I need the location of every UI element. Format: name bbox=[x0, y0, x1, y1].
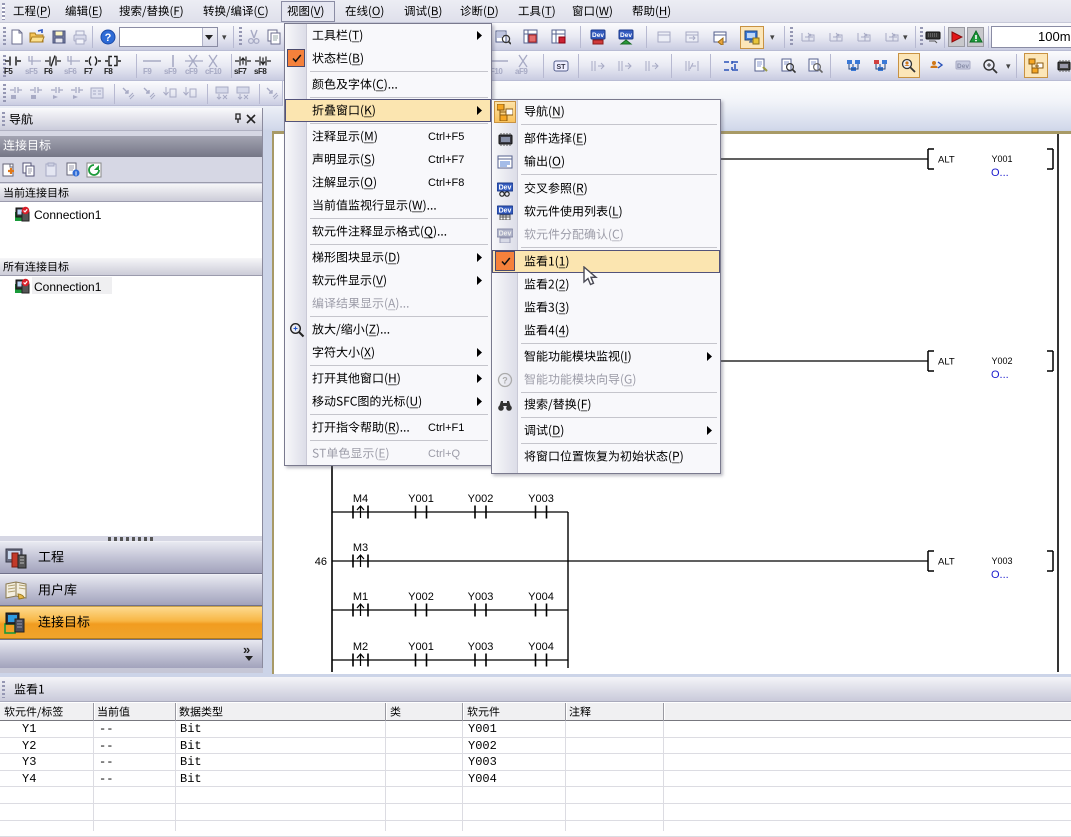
svg-text:ST: ST bbox=[557, 64, 567, 71]
svg-text:Y003: Y003 bbox=[528, 493, 554, 505]
svg-text:ALT: ALT bbox=[938, 357, 955, 368]
svg-text:Y004: Y004 bbox=[528, 641, 554, 653]
svg-text:Y003: Y003 bbox=[468, 641, 494, 653]
svg-text:O...: O... bbox=[991, 569, 1009, 581]
svg-text:Dev: Dev bbox=[957, 63, 969, 70]
svg-text:ALT: ALT bbox=[938, 557, 955, 568]
svg-text:?: ? bbox=[105, 32, 112, 44]
svg-text:?: ? bbox=[502, 376, 508, 386]
svg-text:Dev: Dev bbox=[499, 185, 512, 192]
svg-text:Y001: Y001 bbox=[991, 154, 1012, 164]
svg-text:ALT: ALT bbox=[938, 155, 955, 166]
svg-text:Dev: Dev bbox=[499, 208, 512, 215]
svg-text:M4: M4 bbox=[353, 493, 368, 505]
svg-text:46: 46 bbox=[315, 556, 327, 568]
svg-text:O...: O... bbox=[991, 369, 1009, 381]
svg-text:i: i bbox=[75, 171, 77, 178]
svg-text:Y001: Y001 bbox=[408, 493, 434, 505]
svg-text:M3: M3 bbox=[353, 542, 368, 554]
svg-text:Y001: Y001 bbox=[408, 641, 434, 653]
svg-text:Y002: Y002 bbox=[408, 591, 434, 603]
svg-text:Dev: Dev bbox=[592, 32, 604, 39]
svg-text:Dev: Dev bbox=[499, 231, 512, 238]
svg-text:M1: M1 bbox=[353, 591, 368, 603]
svg-text:O...: O... bbox=[991, 167, 1009, 179]
svg-text:Dev: Dev bbox=[620, 32, 632, 39]
svg-text:Y003: Y003 bbox=[991, 556, 1012, 566]
svg-text:Y003: Y003 bbox=[468, 591, 494, 603]
svg-text:M2: M2 bbox=[353, 641, 368, 653]
svg-text:Y002: Y002 bbox=[991, 356, 1012, 366]
svg-text:Y004: Y004 bbox=[528, 591, 554, 603]
svg-text:Y002: Y002 bbox=[468, 493, 494, 505]
